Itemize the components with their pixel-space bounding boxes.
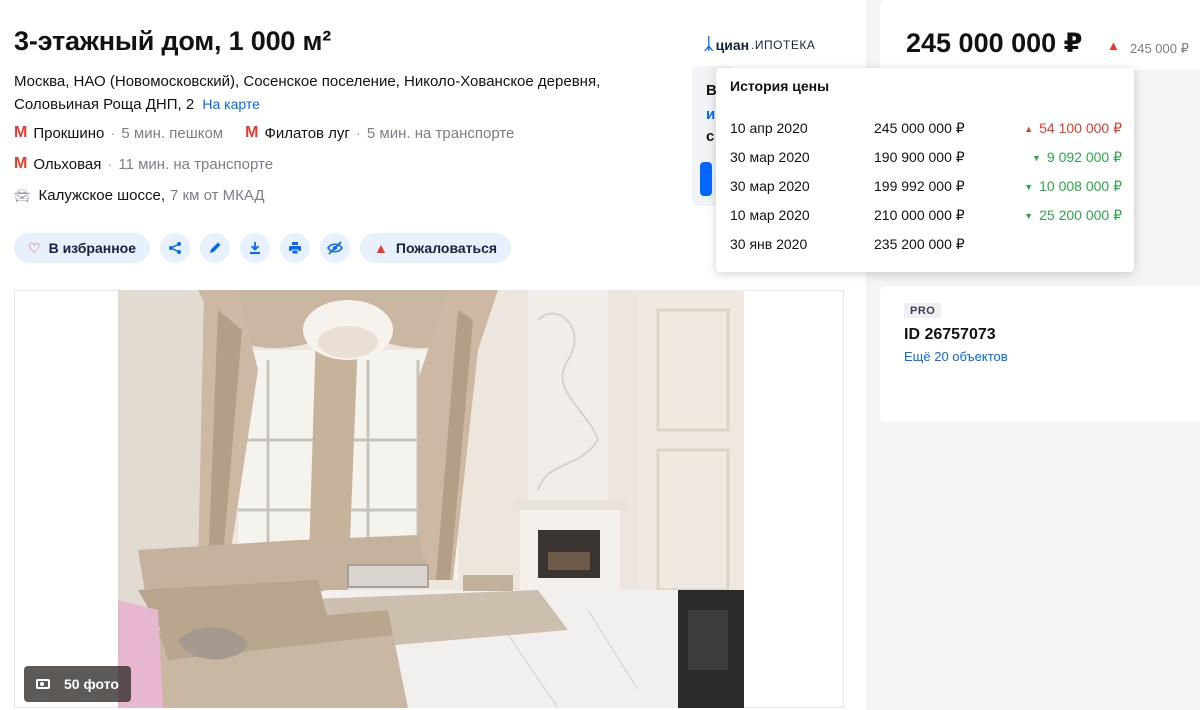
pro-badge: PRO [904, 303, 942, 318]
history-change: ▼ 9 092 000 ₽ [1032, 149, 1122, 166]
history-date: 10 апр 2020 [730, 120, 808, 136]
listing-address: Москва, НАО (Новомосковский), Сосенское … [14, 70, 614, 116]
price-history-title: История цены [730, 78, 830, 94]
cian-logo-icon: ᛣ [704, 36, 714, 53]
metro-line-2: М Ольховая · 11 мин. на транспорте [14, 155, 273, 173]
price-history-row: 10 апр 2020 245 000 000 ₽ ▲ 54 100 000 ₽ [730, 120, 1122, 142]
highway-line: 🚘︎ Калужское шоссе, 7 км от МКАД [14, 187, 265, 204]
edit-button[interactable] [200, 233, 231, 263]
history-change-value: 54 100 000 ₽ [1039, 120, 1122, 136]
history-date: 10 мар 2020 [730, 207, 810, 223]
metro-icon: М [14, 155, 28, 172]
price-history-row: 30 янв 2020 235 200 000 ₽ [730, 236, 1122, 258]
hide-button[interactable] [320, 233, 351, 263]
history-change-value: 10 008 000 ₽ [1039, 178, 1122, 194]
metro-time: 5 мин. на транспорте [366, 124, 515, 142]
report-button[interactable]: ▲ Пожаловаться [360, 233, 512, 263]
favorite-button[interactable]: ♡ В избранное [14, 233, 151, 263]
metro-station[interactable]: Филатов луг [264, 125, 349, 142]
partner-brand: циан [715, 37, 750, 53]
favorite-label: В избранное [48, 240, 137, 256]
car-icon: 🚘︎ [14, 187, 31, 203]
report-label: Пожаловаться [395, 240, 498, 256]
separator-dot: · [355, 124, 361, 142]
metro-line-1: М Прокшино · 5 мин. пешком М Филатов луг… [14, 124, 514, 142]
photo-count-button[interactable]: 50 фото [24, 666, 131, 702]
metro-time: 11 мин. на транспорте [118, 155, 274, 173]
edit-icon [210, 242, 221, 253]
history-change-value: 9 092 000 ₽ [1046, 149, 1122, 165]
metro-time: 5 мин. пешком [121, 124, 224, 142]
address-text: Москва, НАО (Новомосковский), Сосенское … [14, 73, 601, 113]
cian-mortgage-logo[interactable]: ᛣ циан .ИПОТЕКА [704, 36, 815, 54]
history-change: ▼ 25 200 000 ₽ [1024, 207, 1122, 224]
hide-icon [327, 241, 343, 255]
history-date: 30 мар 2020 [730, 149, 810, 165]
arrow-down-icon: ▼ [1024, 210, 1034, 221]
history-price: 245 000 000 ₽ [874, 120, 965, 136]
download-button[interactable] [240, 233, 271, 263]
warning-icon: ▲ [374, 240, 388, 256]
price-value: 245 000 000 ₽ [906, 28, 1083, 58]
history-date: 30 янв 2020 [730, 236, 808, 252]
action-bar: ♡ В избранное ▲ Пожаловаться [14, 233, 512, 263]
camera-icon [36, 679, 50, 689]
seller-id: ID 26757073 [904, 326, 996, 343]
price-history-row: 30 мар 2020 190 900 000 ₽ ▼ 9 092 000 ₽ [730, 149, 1122, 171]
print-button[interactable] [280, 233, 311, 263]
price-history-popup: История цены 10 апр 2020 245 000 000 ₽ ▲… [716, 68, 1134, 272]
metro-station[interactable]: Ольховая [33, 156, 101, 173]
price-history-row: 10 мар 2020 210 000 000 ₽ ▼ 25 200 000 ₽ [730, 207, 1122, 229]
history-change-value: 25 200 000 ₽ [1039, 207, 1122, 223]
share-button[interactable] [160, 233, 191, 263]
metro-icon: М [14, 124, 28, 141]
highway-name[interactable]: Калужское шоссе, [39, 187, 166, 204]
price-history-row: 30 мар 2020 199 992 000 ₽ ▼ 10 008 000 ₽ [730, 178, 1122, 200]
arrow-down-icon: ▼ [1024, 181, 1034, 192]
arrow-down-icon: ▼ [1031, 152, 1041, 163]
history-price: 190 900 000 ₽ [874, 149, 965, 165]
history-price: 235 200 000 ₽ [874, 236, 965, 252]
promo-text-3: с [706, 128, 715, 145]
map-link[interactable]: На карте [202, 96, 260, 112]
highway-distance: 7 км от МКАД [170, 187, 265, 204]
metro-icon: М [245, 124, 259, 141]
living-room-photo [118, 290, 744, 708]
history-change: ▼ 10 008 000 ₽ [1024, 178, 1122, 195]
main-photo[interactable] [118, 290, 744, 708]
separator-dot: · [110, 124, 116, 142]
separator-dot: · [107, 155, 113, 173]
history-change: ▲ 54 100 000 ₽ [1024, 120, 1122, 137]
price-up-icon[interactable]: ▲ [1107, 38, 1120, 53]
share-icon [169, 242, 182, 254]
listing-title: 3-этажный дом, 1 000 м² [14, 26, 332, 56]
history-date: 30 мар 2020 [730, 178, 810, 194]
partner-product: .ИПОТЕКА [751, 38, 816, 52]
photo-count-label: 50 фото [64, 676, 119, 692]
history-price: 210 000 000 ₽ [874, 207, 965, 223]
heart-icon: ♡ [28, 239, 41, 256]
promo-button[interactable] [700, 162, 712, 196]
download-icon [250, 242, 261, 254]
arrow-up-icon: ▲ [1024, 123, 1034, 134]
history-price: 199 992 000 ₽ [874, 178, 965, 194]
metro-station[interactable]: Прокшино [33, 125, 104, 142]
seller-objects-link[interactable]: Ещё 20 объектов [904, 349, 1008, 364]
price-per-meter: 245 000 ₽ [1130, 41, 1189, 56]
print-icon [289, 242, 302, 255]
promo-text-2: и [706, 106, 716, 123]
